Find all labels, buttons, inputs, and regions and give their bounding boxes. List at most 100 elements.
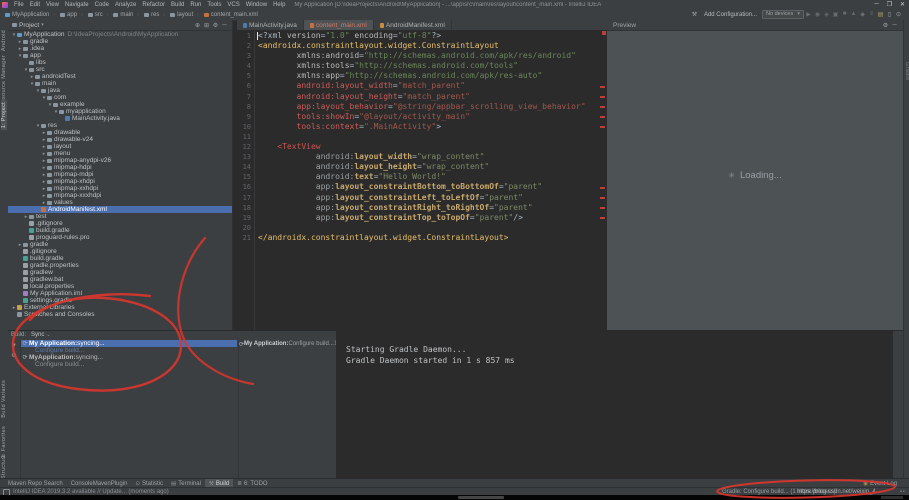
close-button[interactable]: ✕ bbox=[896, 1, 909, 8]
tool-strip-tab-android[interactable]: Android bbox=[1, 30, 7, 51]
tree-item-mainactivity-java[interactable]: MainActivity.java bbox=[8, 115, 232, 122]
tree-item-my-application-iml[interactable]: My Application.iml bbox=[8, 290, 232, 297]
tool-strip-tab-1-project[interactable]: 1: Project bbox=[0, 100, 7, 131]
tree-item-gradle[interactable]: ▸ gradle bbox=[8, 38, 232, 45]
breadcrumb-item-main[interactable]: main bbox=[113, 12, 133, 18]
tree-item--gitignore[interactable]: .gitignore bbox=[8, 220, 232, 227]
menu-edit[interactable]: Edit bbox=[27, 2, 43, 8]
build-row[interactable]: Configure build... bbox=[21, 361, 237, 368]
menu-refactor[interactable]: Refactor bbox=[139, 2, 168, 8]
tool-strip-tab-gradle[interactable]: Gradle bbox=[904, 62, 909, 80]
tree-item-myapplication[interactable]: ▾ MyApplication D:\IdeaProjects\Android\My… bbox=[8, 31, 232, 38]
settings-gear-icon[interactable]: ⚙ bbox=[881, 22, 890, 29]
tree-item-gradlew[interactable]: gradlew bbox=[8, 269, 232, 276]
run-icon[interactable]: ▶ bbox=[804, 11, 813, 18]
editor-tab-mainactivity-java[interactable]: MainActivity.java bbox=[237, 20, 304, 30]
search-everywhere-icon[interactable]: ⊙ bbox=[894, 11, 903, 18]
menu-build[interactable]: Build bbox=[168, 2, 187, 8]
tree-item-layout[interactable]: ▸ layout bbox=[8, 143, 232, 150]
tree-item-values[interactable]: ▸ values bbox=[8, 199, 232, 206]
tree-item-drawable[interactable]: ▸ drawable bbox=[8, 129, 232, 136]
hide-panel-icon[interactable]: ─ bbox=[220, 22, 229, 29]
device-selector[interactable]: No devices ▾ bbox=[762, 10, 804, 19]
gear-icon[interactable]: ⚙ bbox=[8, 352, 20, 359]
breadcrumb-item-content_main.xml[interactable]: content_main.xml bbox=[203, 12, 258, 18]
tree-item-res[interactable]: ▾ res bbox=[8, 122, 232, 129]
tree-item-mipmap-anydpi-v26[interactable]: ▸ mipmap-anydpi-v26 bbox=[8, 157, 232, 164]
tab-preview[interactable]: Preview bbox=[607, 22, 642, 29]
menu-tools[interactable]: Tools bbox=[204, 2, 224, 8]
tree-item-settings-gradle[interactable]: settings.gradle bbox=[8, 297, 232, 304]
tree-item-src[interactable]: ▾ src bbox=[8, 66, 232, 73]
tool-strip-tab-resource-manager[interactable]: Resource Manager bbox=[1, 55, 7, 107]
menu-code[interactable]: Code bbox=[92, 2, 112, 8]
stop-icon[interactable]: ■ bbox=[840, 11, 849, 18]
tree-item-mipmap-xxhdpi[interactable]: ▸ mipmap-xxhdpi bbox=[8, 185, 232, 192]
breadcrumb-item-layout[interactable]: layout bbox=[170, 12, 193, 18]
tree-item-mipmap-xxxhdpi[interactable]: ▸ mipmap-xxxhdpi bbox=[8, 192, 232, 199]
tree-item--idea[interactable]: ▸ .idea bbox=[8, 45, 232, 52]
maximize-button[interactable]: ❐ bbox=[883, 1, 896, 8]
tree-item-example[interactable]: ▾ example bbox=[8, 101, 232, 108]
build-row[interactable]: ⟳ My Application: syncing... bbox=[21, 340, 237, 347]
build-task-tree[interactable]: ⟳ My Application: syncing... Configure bui… bbox=[21, 340, 237, 479]
collapse-all-icon[interactable]: ⊞ bbox=[202, 22, 211, 29]
build-row[interactable]: ⟳ MyApplication: syncing... bbox=[21, 354, 237, 361]
tree-item-myapplication[interactable]: ▾ myapplication bbox=[8, 108, 232, 115]
tab-sync[interactable]: Sync bbox=[31, 332, 44, 338]
attach-icon[interactable]: ▲ bbox=[849, 11, 858, 18]
locate-file-icon[interactable]: ⊕ bbox=[193, 22, 202, 29]
settings-gear-icon[interactable]: ⚙ bbox=[211, 22, 220, 29]
editor-tab-androidmanifest-xml[interactable]: AndroidManifest.xml bbox=[374, 20, 452, 30]
editor-tab-content-main-xml[interactable]: content_main.xml bbox=[303, 20, 374, 30]
tree-item-scratches-and-consoles[interactable]: Scratches and Consoles bbox=[8, 311, 232, 318]
tree-item-drawable-v24[interactable]: ▸ drawable-v24 bbox=[8, 136, 232, 143]
tree-item-mipmap-hdpi[interactable]: ▸ mipmap-hdpi bbox=[8, 164, 232, 171]
tree-item-mipmap-xhdpi[interactable]: ▸ mipmap-xhdpi bbox=[8, 178, 232, 185]
tree-item-gradlew-bat[interactable]: gradlew.bat bbox=[8, 276, 232, 283]
minimize-button[interactable]: ─ bbox=[870, 1, 883, 8]
menu-navigate[interactable]: Navigate bbox=[62, 2, 92, 8]
tree-item-app[interactable]: ▾ app bbox=[8, 52, 232, 59]
device-file-explorer-icon[interactable]: ▤ bbox=[876, 11, 885, 18]
project-panel-title[interactable]: Project bbox=[19, 22, 39, 29]
breadcrumb-item-myapplication[interactable]: MyApplication bbox=[5, 12, 49, 18]
breadcrumb-item-app[interactable]: app bbox=[60, 12, 77, 18]
sync-icon[interactable]: ◆ bbox=[858, 11, 867, 18]
tree-item-com[interactable]: ▾ com bbox=[8, 94, 232, 101]
wrench-icon[interactable]: ⚒ bbox=[690, 11, 699, 18]
menu-file[interactable]: File bbox=[11, 2, 27, 8]
breadcrumb-item-src[interactable]: src bbox=[87, 12, 103, 18]
tree-item-build-gradle[interactable]: build.gradle bbox=[8, 255, 232, 262]
filter-icon[interactable]: ▼ bbox=[8, 343, 20, 349]
tree-item-local-properties[interactable]: local.properties bbox=[8, 283, 232, 290]
tree-item-test[interactable]: ▸ test bbox=[8, 213, 232, 220]
profile-icon[interactable]: ◈ bbox=[822, 11, 831, 18]
menu-vcs[interactable]: VCS bbox=[224, 2, 242, 8]
project-tree[interactable]: ▾ MyApplication D:\IdeaProjects\Android\My… bbox=[8, 31, 232, 330]
tree-item-proguard-rules-pro[interactable]: proguard-rules.pro bbox=[8, 234, 232, 241]
tree-item-external-libraries[interactable]: ▸ External Libraries bbox=[8, 304, 232, 311]
menu-window[interactable]: Window bbox=[243, 2, 270, 8]
device-manager-icon[interactable]: ▯ bbox=[885, 11, 894, 18]
menu-view[interactable]: View bbox=[43, 2, 62, 8]
tree-item-menu[interactable]: ▸ menu bbox=[8, 150, 232, 157]
tree-item--gitignore[interactable]: .gitignore bbox=[8, 248, 232, 255]
layout-inspector-icon[interactable]: ≡ bbox=[867, 11, 876, 18]
tree-item-build-gradle[interactable]: build.gradle bbox=[8, 227, 232, 234]
tree-item-gradle[interactable]: ▸ gradle bbox=[8, 241, 232, 248]
tree-item-libs[interactable]: libs bbox=[8, 59, 232, 66]
breadcrumb-item-res[interactable]: res bbox=[144, 12, 159, 18]
code-editor[interactable]: <?xml version="1.0" encoding="utf-8"?> <a… bbox=[258, 31, 599, 330]
tree-item-main[interactable]: ▾ main bbox=[8, 80, 232, 87]
hide-panel-icon[interactable]: ─ bbox=[890, 22, 899, 29]
coverage-icon[interactable]: ▣ bbox=[831, 11, 840, 18]
menu-help[interactable]: Help bbox=[270, 2, 288, 8]
tree-item-androidmanifest-xml[interactable]: AndroidManifest.xml bbox=[8, 206, 232, 213]
tool-strip-tab-build-variants[interactable]: Build Variants bbox=[1, 380, 7, 418]
tree-item-gradle-properties[interactable]: gradle.properties bbox=[8, 262, 232, 269]
tree-item-mipmap-mdpi[interactable]: ▸ mipmap-mdpi bbox=[8, 171, 232, 178]
build-row[interactable]: Configure build... bbox=[21, 347, 237, 354]
debug-icon[interactable]: ◉ bbox=[813, 11, 822, 18]
tree-item-java[interactable]: ▾ java bbox=[8, 87, 232, 94]
